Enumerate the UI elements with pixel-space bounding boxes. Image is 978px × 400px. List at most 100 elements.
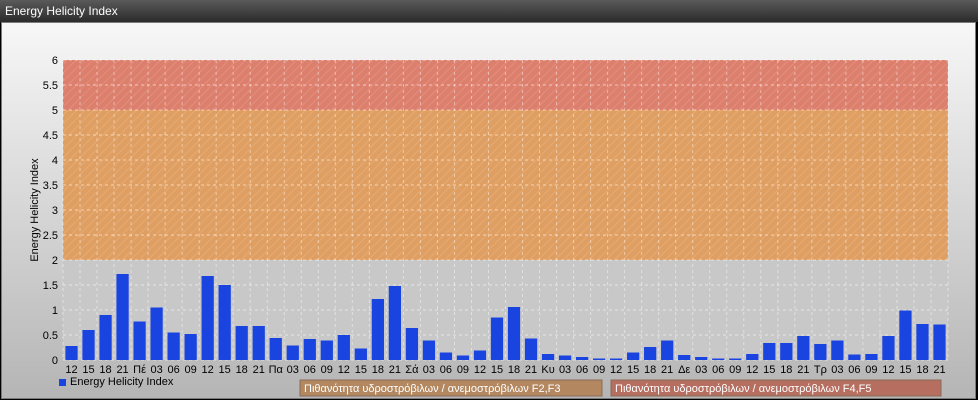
x-tick-label: 03 — [287, 364, 299, 376]
x-tick-label: 03 — [423, 364, 435, 376]
x-tick-label: 21 — [525, 364, 537, 376]
x-tick-label: 09 — [729, 364, 741, 376]
bar — [422, 340, 436, 360]
x-tick-label: 21 — [116, 364, 128, 376]
chart-panel: 0 0.5 1 1.5 2 2.5 3 3.5 4 4.5 5 5.5 6 12 15 18 21 Πέ 03 06… — [1, 22, 976, 399]
x-tick-label: 09 — [865, 364, 877, 376]
x-tick-label: 09 — [321, 364, 333, 376]
bar — [252, 326, 265, 360]
x-tick-label: 06 — [712, 364, 724, 376]
bar — [814, 344, 827, 360]
bar — [831, 340, 844, 360]
bar — [627, 352, 640, 360]
bar — [609, 358, 623, 360]
x-tick-label: 06 — [848, 364, 860, 376]
bar — [218, 285, 231, 360]
bar — [337, 335, 350, 360]
x-tick-label: 15 — [82, 364, 94, 376]
y-tick-label: 6 — [52, 55, 58, 67]
bar — [490, 317, 504, 360]
bar — [82, 330, 95, 360]
bar — [201, 276, 214, 360]
bar — [712, 358, 725, 360]
x-tick-label: 09 — [457, 364, 469, 376]
bar — [371, 299, 384, 360]
bar — [184, 334, 197, 360]
x-tick-label: Τρ — [814, 364, 827, 376]
risk-legend-label-1: Πιθανότητα υδροστρόβιλων / ανεμοστρόβιλω… — [304, 383, 561, 395]
x-tick-label: Δε — [678, 364, 690, 376]
bar — [746, 354, 759, 360]
window-title: Energy Helicity Index — [5, 4, 118, 18]
y-tick-label: 1.5 — [43, 280, 58, 292]
bar — [780, 343, 793, 360]
bar — [286, 345, 299, 360]
x-tick-label: 03 — [695, 364, 707, 376]
x-tick-label: 06 — [168, 364, 180, 376]
x-tick-label: 15 — [491, 364, 503, 376]
y-tick-label: 1 — [52, 305, 58, 317]
x-tick-label: 12 — [610, 364, 622, 376]
x-tick-label: 18 — [372, 364, 384, 376]
risk-legend-label-2: Πιθανότητα υδροστρόβιλων / ανεμοστρόβιλω… — [615, 383, 872, 395]
x-tick-label: 09 — [593, 364, 605, 376]
x-tick-label: 18 — [99, 364, 111, 376]
x-tick-label: 12 — [338, 364, 350, 376]
bar — [354, 348, 367, 360]
bar — [473, 350, 487, 360]
x-tick-label: 03 — [559, 364, 571, 376]
y-axis-label: Energy Helicity Index — [29, 158, 41, 262]
bar — [661, 340, 674, 360]
x-tick-label: 06 — [576, 364, 588, 376]
y-tick-label: 5.5 — [43, 80, 58, 92]
x-tick-label: 15 — [627, 364, 639, 376]
x-tick-label: 15 — [899, 364, 911, 376]
x-tick-label: 15 — [763, 364, 775, 376]
y-tick-label: 4 — [52, 155, 58, 167]
bar — [65, 346, 78, 360]
bar — [644, 347, 657, 360]
x-tick-label: 21 — [389, 364, 401, 376]
x-tick-label: 18 — [508, 364, 520, 376]
y-tick-label: 0 — [52, 355, 58, 367]
bar — [558, 355, 572, 360]
bar — [797, 336, 810, 360]
chart-window: Energy Helicity Index 0 0.5 1 1.5 2 2.5 3 3.5 4 4… — [0, 0, 978, 400]
bar — [678, 355, 691, 360]
bar — [167, 332, 180, 360]
bar — [133, 321, 146, 360]
y-tick-label: 5 — [52, 105, 58, 117]
bar — [729, 358, 742, 360]
x-tick-label: Πα — [269, 364, 284, 376]
bar — [405, 328, 419, 360]
bar — [524, 338, 538, 360]
y-tick-label: 2 — [52, 255, 58, 267]
bar — [882, 336, 895, 360]
x-tick-label: 18 — [780, 364, 792, 376]
bar — [439, 352, 453, 360]
x-tick-label: 12 — [474, 364, 486, 376]
x-tick-label: 12 — [882, 364, 894, 376]
bar — [99, 315, 112, 360]
bar — [303, 339, 316, 360]
y-tick-label: 4.5 — [43, 130, 58, 142]
x-tick-label: 06 — [440, 364, 452, 376]
legend-label: Energy Helicity Index — [70, 376, 174, 388]
x-tick-label: Πέ — [133, 364, 146, 376]
x-tick-label: 18 — [916, 364, 928, 376]
x-tick-label: 21 — [797, 364, 809, 376]
bar — [116, 274, 129, 360]
y-tick-label: 3.5 — [43, 180, 58, 192]
window-titlebar: Energy Helicity Index — [0, 0, 978, 22]
x-tick-label: 18 — [236, 364, 248, 376]
bar — [865, 354, 878, 360]
energy-helicity-chart: 0 0.5 1 1.5 2 2.5 3 3.5 4 4.5 5 5.5 6 12 15 18 21 Πέ 03 06… — [29, 55, 949, 397]
x-tick-label: 21 — [253, 364, 265, 376]
bar — [269, 338, 282, 360]
x-tick-label: 18 — [644, 364, 656, 376]
bar — [933, 324, 946, 360]
bar — [899, 310, 912, 360]
bar — [541, 354, 555, 360]
bar — [575, 357, 589, 360]
x-tick-label: 03 — [831, 364, 843, 376]
